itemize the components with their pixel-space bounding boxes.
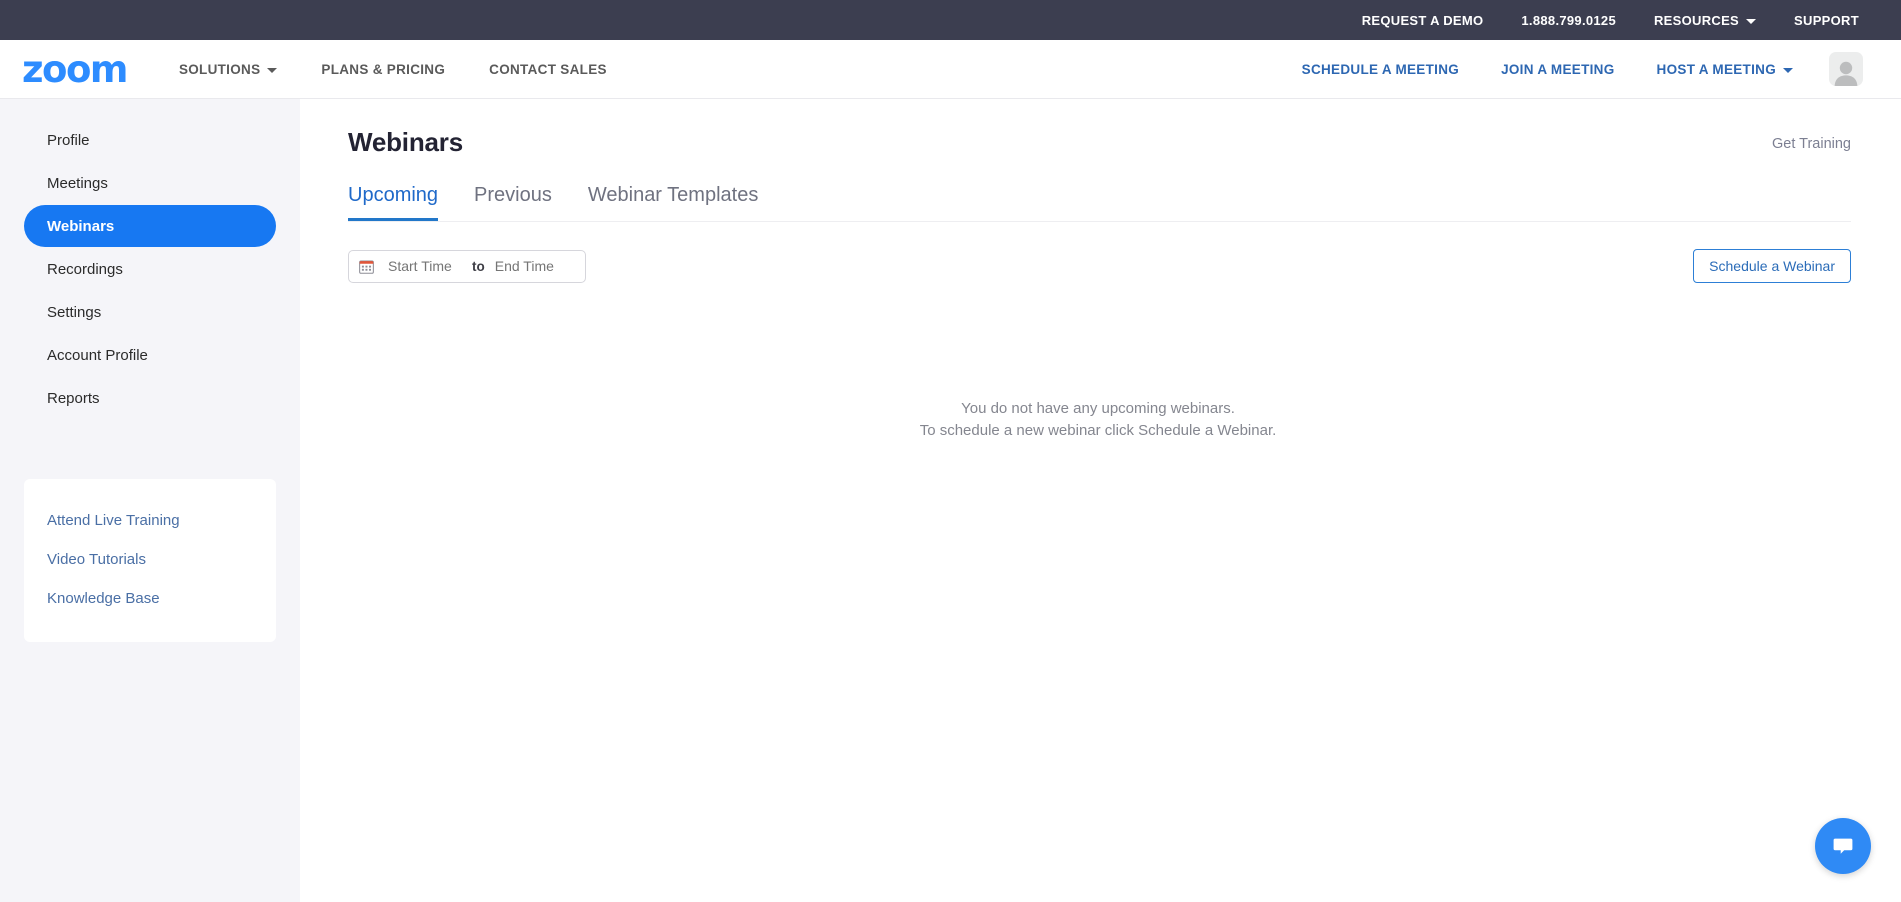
- sidebar-item-label: Webinars: [47, 217, 115, 235]
- chat-bubble-icon: [1833, 838, 1853, 854]
- sidebar-item-label: Account Profile: [47, 346, 148, 364]
- zoom-logo[interactable]: zoom: [22, 51, 128, 88]
- sidebar-item-label: Settings: [47, 303, 102, 321]
- page-title: Webinars: [348, 127, 463, 157]
- sidebar-item-settings[interactable]: Settings: [24, 291, 276, 333]
- end-time-input[interactable]: [494, 258, 577, 274]
- nav-item-schedule-a-meeting[interactable]: SCHEDULE A MEETING: [1302, 62, 1459, 77]
- calendar-icon: [359, 260, 374, 274]
- sidebar-item-recordings[interactable]: Recordings: [24, 248, 276, 290]
- empty-state-line-2: To schedule a new webinar click Schedule…: [919, 421, 1277, 439]
- nav-item-solutions[interactable]: SOLUTIONS: [178, 61, 278, 77]
- sidebar-item-meetings[interactable]: Meetings: [24, 162, 276, 204]
- nav-right-group: SCHEDULE A MEETING JOIN A MEETING HOST A…: [1260, 52, 1863, 86]
- chevron-down-icon: [1783, 67, 1793, 73]
- help-link-attend-live-training[interactable]: Attend Live Training: [24, 501, 276, 540]
- content-header: Webinars Get Training: [348, 127, 1851, 158]
- nav-item-label: PLANS & PRICING: [321, 61, 446, 77]
- topbar-item-label: 1.888.799.0125: [1521, 12, 1616, 28]
- nav-item-plans-and-pricing[interactable]: PLANS & PRICING: [321, 62, 445, 77]
- topbar-item-label: RESOURCES: [1653, 12, 1740, 28]
- sidebar-item-profile[interactable]: Profile: [24, 119, 276, 161]
- sidebar-item-label: Meetings: [47, 174, 108, 192]
- tab-bar: Upcoming Previous Webinar Templates: [348, 184, 1851, 222]
- empty-state-line-1: You do not have any upcoming webinars.: [961, 400, 1235, 417]
- nav-item-label: SCHEDULE A MEETING: [1301, 61, 1460, 77]
- sidebar-help-card: Attend Live Training Video Tutorials Kno…: [24, 479, 276, 642]
- date-range-separator: to: [472, 258, 485, 274]
- topbar-item-phone-number[interactable]: 1.888.799.0125: [1521, 13, 1616, 28]
- chat-support-button[interactable]: [1815, 818, 1871, 874]
- sidebar-item-webinars[interactable]: Webinars: [24, 205, 276, 247]
- chevron-down-icon: [1746, 18, 1757, 24]
- topbar-item-support[interactable]: SUPPORT: [1794, 13, 1859, 28]
- help-link-video-tutorials[interactable]: Video Tutorials: [24, 540, 276, 579]
- tab-webinar-templates[interactable]: Webinar Templates: [588, 184, 758, 221]
- start-time-input[interactable]: [388, 258, 470, 274]
- main-navigation-bar: zoom SOLUTIONS PLANS & PRICING CONTACT S…: [0, 40, 1901, 99]
- schedule-a-webinar-button[interactable]: Schedule a Webinar: [1693, 249, 1851, 283]
- filter-row: to Schedule a Webinar: [348, 249, 1851, 283]
- sidebar-item-label: Reports: [47, 389, 100, 407]
- sidebar-item-label: Profile: [47, 131, 90, 149]
- nav-item-join-a-meeting[interactable]: JOIN A MEETING: [1501, 62, 1614, 77]
- nav-item-label: SOLUTIONS: [178, 61, 261, 77]
- nav-item-contact-sales[interactable]: CONTACT SALES: [489, 62, 607, 77]
- sidebar-nav-list: Profile Meetings Webinars Recordings Set…: [0, 119, 300, 419]
- main-content: Webinars Get Training Upcoming Previous …: [300, 99, 1901, 902]
- top-utility-bar: REQUEST A DEMO 1.888.799.0125 RESOURCES …: [0, 0, 1901, 40]
- avatar[interactable]: [1829, 52, 1863, 86]
- nav-item-label: CONTACT SALES: [489, 61, 607, 77]
- nav-left-group: SOLUTIONS PLANS & PRICING CONTACT SALES: [179, 62, 651, 77]
- tab-label: Previous: [474, 184, 552, 206]
- tab-previous[interactable]: Previous: [474, 184, 552, 221]
- help-link-knowledge-base[interactable]: Knowledge Base: [24, 579, 276, 618]
- date-range-filter[interactable]: to: [348, 249, 586, 283]
- sidebar-item-reports[interactable]: Reports: [24, 377, 276, 419]
- tab-label: Webinar Templates: [587, 184, 759, 206]
- topbar-item-label: SUPPORT: [1794, 12, 1859, 28]
- person-icon: [1834, 61, 1858, 86]
- nav-item-label: HOST A MEETING: [1656, 61, 1776, 77]
- get-training-link[interactable]: Get Training: [1772, 127, 1851, 152]
- empty-state-message: You do not have any upcoming webinars. T…: [348, 398, 1848, 442]
- topbar-item-label: REQUEST A DEMO: [1361, 12, 1484, 28]
- chevron-down-icon: [267, 67, 278, 73]
- sidebar-item-account-profile[interactable]: Account Profile: [24, 334, 276, 376]
- topbar-item-resources[interactable]: RESOURCES: [1653, 12, 1757, 28]
- tab-upcoming[interactable]: Upcoming: [348, 184, 439, 221]
- sidebar-item-label: Recordings: [47, 260, 123, 278]
- tab-label: Upcoming: [348, 184, 439, 206]
- topbar-item-request-a-demo[interactable]: REQUEST A DEMO: [1362, 13, 1484, 28]
- sidebar: Profile Meetings Webinars Recordings Set…: [0, 99, 300, 902]
- nav-item-host-a-meeting[interactable]: HOST A MEETING: [1657, 62, 1793, 77]
- page-body: Profile Meetings Webinars Recordings Set…: [0, 99, 1901, 902]
- nav-item-label: JOIN A MEETING: [1501, 61, 1615, 77]
